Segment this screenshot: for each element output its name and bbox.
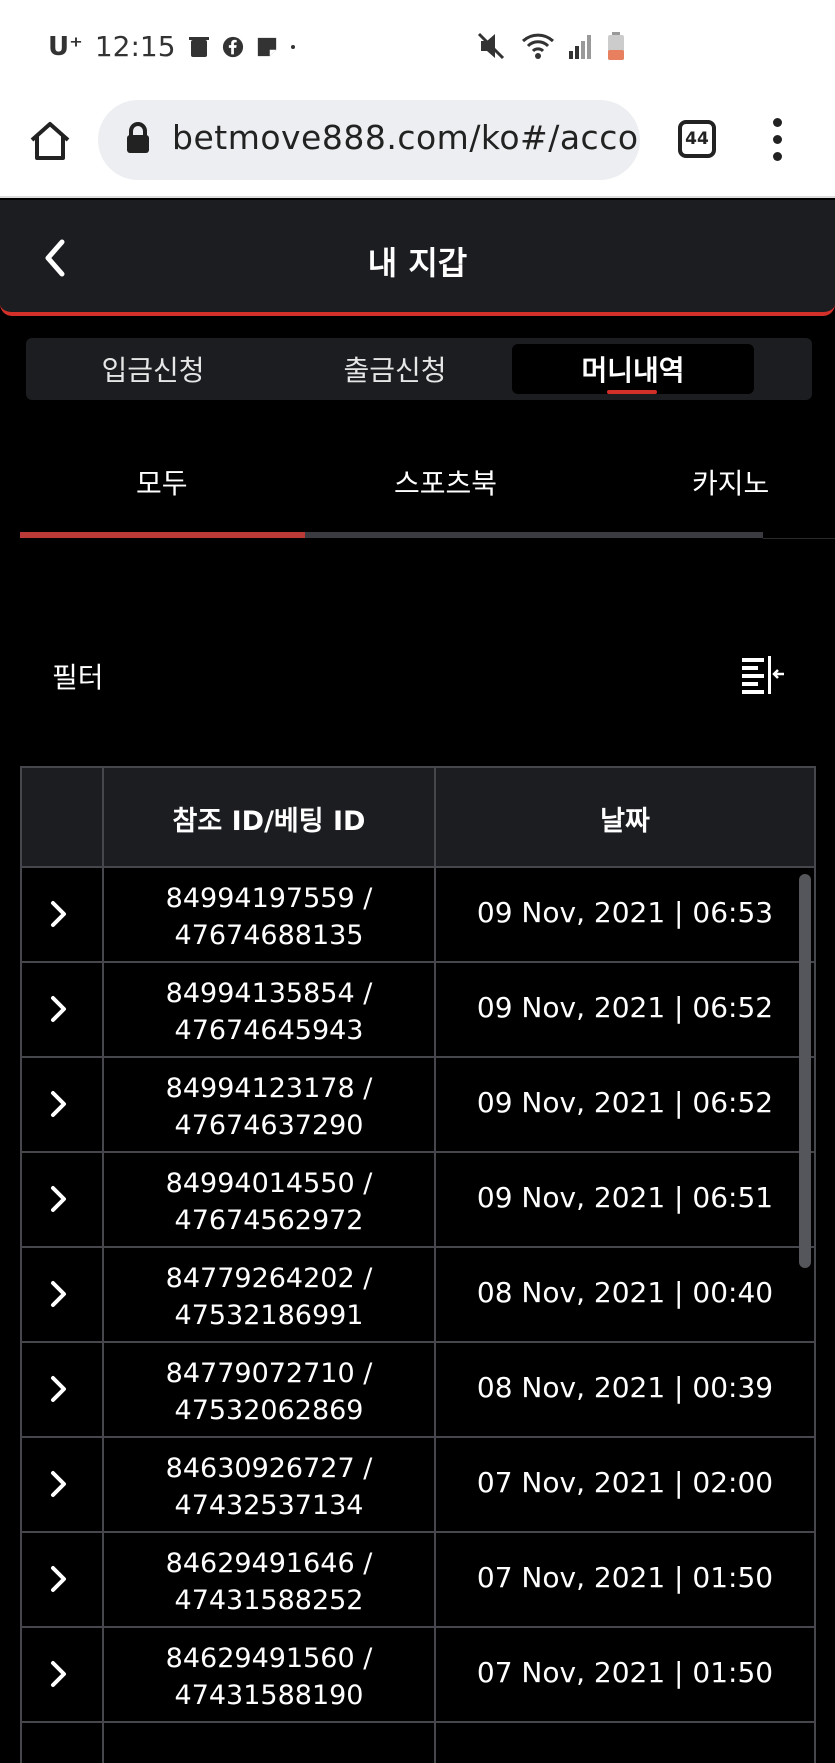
wifi-icon [521, 33, 555, 59]
bet-id: 47432537134 [174, 1490, 364, 1521]
chevron-right-icon[interactable] [50, 1090, 68, 1118]
chevron-right-icon[interactable] [50, 1470, 68, 1498]
table-row[interactable]: 84994135854 / 47674645943 09 Nov, 2021 | 0… [22, 963, 814, 1058]
date-cell: 09 Nov, 2021 | 06:52 [476, 991, 774, 1024]
bet-id: 47431588252 [174, 1585, 364, 1616]
lock-icon [127, 122, 149, 153]
category-tabs: 모두 스포츠북 카지노 [20, 440, 835, 540]
ref-bet-id-cell: 84994014550 / 47674562972 [104, 1165, 434, 1239]
date-cell: 07 Nov, 2021 | 01:50 [476, 1561, 774, 1594]
table-row[interactable]: 84630926727 / 47432537134 07 Nov, 2021 | 0… [22, 1438, 814, 1533]
bet-id: 47674562972 [174, 1205, 364, 1236]
bet-id: 47674637290 [174, 1110, 364, 1141]
table-row[interactable]: 84994123178 / 47674637290 09 Nov, 2021 | 0… [22, 1058, 814, 1153]
column-header-ref-id: 참조 ID/베팅 ID [172, 805, 366, 837]
chevron-right-icon[interactable] [50, 995, 68, 1023]
tab-withdrawal[interactable]: 출금신청 [274, 344, 516, 394]
chevron-right-icon[interactable] [50, 1185, 68, 1213]
filter-label: 필터 [52, 661, 104, 694]
ref-bet-id-cell: 84779072710 / 47532062869 [104, 1355, 434, 1429]
reference-id: 84779264202 / [165, 1263, 373, 1294]
ref-bet-id-cell: 84994135854 / 47674645943 [104, 975, 434, 1049]
address-bar[interactable]: betmove888.com/ko#/accour [98, 100, 640, 180]
table-row[interactable]: 84629491646 / 47431588252 07 Nov, 2021 | 0… [22, 1533, 814, 1628]
subtab-sportsbook[interactable]: 스포츠북 [394, 462, 497, 502]
ref-bet-id-cell: 84994123178 / 47674637290 [104, 1070, 434, 1144]
date-cell: 07 Nov, 2021 | 01:50 [476, 1656, 774, 1689]
reference-id: 84779072710 / [165, 1358, 373, 1389]
reference-id: 84629491646 / [165, 1548, 373, 1579]
note-icon [257, 37, 276, 56]
ref-bet-id-cell: 84994197559 / 47674688135 [104, 880, 434, 954]
more-menu-icon[interactable] [770, 118, 784, 162]
reference-id: 84994123178 / [165, 1073, 373, 1104]
table-row[interactable]: 84779264202 / 47532186991 08 Nov, 2021 | 0… [22, 1248, 814, 1343]
date-cell: 08 Nov, 2021 | 00:39 [476, 1371, 774, 1404]
reference-id: 84629491560 / [165, 1643, 373, 1674]
chevron-right-icon[interactable] [50, 1565, 68, 1593]
battery-icon [608, 32, 624, 60]
date-cell: 09 Nov, 2021 | 06:53 [476, 896, 774, 929]
bet-id: 47674688135 [174, 920, 364, 951]
ref-bet-id-cell: 84629491560 / 47431588190 [104, 1640, 434, 1714]
page-title: 내 지갑 [367, 244, 468, 282]
facebook-icon [222, 36, 243, 57]
tab-indicator [20, 532, 305, 538]
chevron-right-icon[interactable] [50, 900, 68, 928]
bet-id: 47532062869 [174, 1395, 364, 1426]
clock: 12:15 [94, 30, 176, 63]
trash-icon [188, 36, 209, 57]
reference-id: 84994197559 / [165, 883, 373, 914]
filter-collapse-icon[interactable] [740, 654, 786, 694]
carrier-label: U⁺ [48, 31, 83, 62]
subtab-casino[interactable]: 카지노 [692, 462, 769, 502]
home-icon[interactable] [28, 118, 72, 162]
date-cell: 09 Nov, 2021 | 06:52 [476, 1086, 774, 1119]
bet-id: 47674645943 [174, 1015, 364, 1046]
app-header: 내 지갑 [0, 200, 835, 316]
chevron-right-icon[interactable] [50, 1375, 68, 1403]
signal-icon [569, 35, 591, 59]
date-cell: 08 Nov, 2021 | 00:40 [476, 1276, 774, 1309]
column-header-date: 날짜 [600, 805, 650, 837]
transactions-table: 참조 ID/베팅 ID 날짜 84994197559 / 47674688135 0… [20, 766, 816, 1763]
chevron-right-icon[interactable] [50, 1660, 68, 1688]
chevron-right-icon[interactable] [50, 1280, 68, 1308]
url-text: betmove888.com/ko#/accour [172, 118, 640, 157]
reference-id: 84994135854 / [165, 978, 373, 1009]
table-row[interactable]: 84779072710 / 47532062869 08 Nov, 2021 | 0… [22, 1343, 814, 1438]
table-header: 참조 ID/베팅 ID 날짜 [22, 768, 814, 868]
reference-id: 84630926727 / [165, 1453, 373, 1484]
date-cell: 09 Nov, 2021 | 06:51 [476, 1181, 774, 1214]
ref-bet-id-cell: 84629491646 / 47431588252 [104, 1545, 434, 1619]
reference-id: 84994014550 / [165, 1168, 373, 1199]
table-row[interactable]: 84994014550 / 47674562972 09 Nov, 2021 | 0… [22, 1153, 814, 1248]
dot-icon [290, 44, 295, 49]
wallet-tabs: 입금신청 출금신청 머니내역 [26, 338, 812, 400]
ref-bet-id-cell: 84630926727 / 47432537134 [104, 1450, 434, 1524]
table-scrollbar[interactable] [799, 874, 811, 1268]
table-row[interactable]: 84994197559 / 47674688135 09 Nov, 2021 | 0… [22, 868, 814, 963]
bet-id: 47532186991 [174, 1300, 364, 1331]
status-bar: U⁺ 12:15 [0, 0, 835, 100]
tab-switcher-button[interactable]: 44 [678, 120, 716, 158]
tab-money-history[interactable]: 머니내역 [512, 344, 754, 394]
bet-id: 47431588190 [174, 1680, 364, 1711]
ref-bet-id-cell: 84779264202 / 47532186991 [104, 1260, 434, 1334]
mute-icon [477, 32, 505, 60]
date-cell: 07 Nov, 2021 | 02:00 [476, 1466, 774, 1499]
browser-toolbar: betmove888.com/ko#/accour 44 [0, 100, 835, 198]
subtab-all[interactable]: 모두 [136, 462, 188, 502]
table-row[interactable]: 84629491560 / 47431588190 07 Nov, 2021 | 0… [22, 1628, 814, 1723]
tab-deposit[interactable]: 입금신청 [32, 344, 274, 394]
